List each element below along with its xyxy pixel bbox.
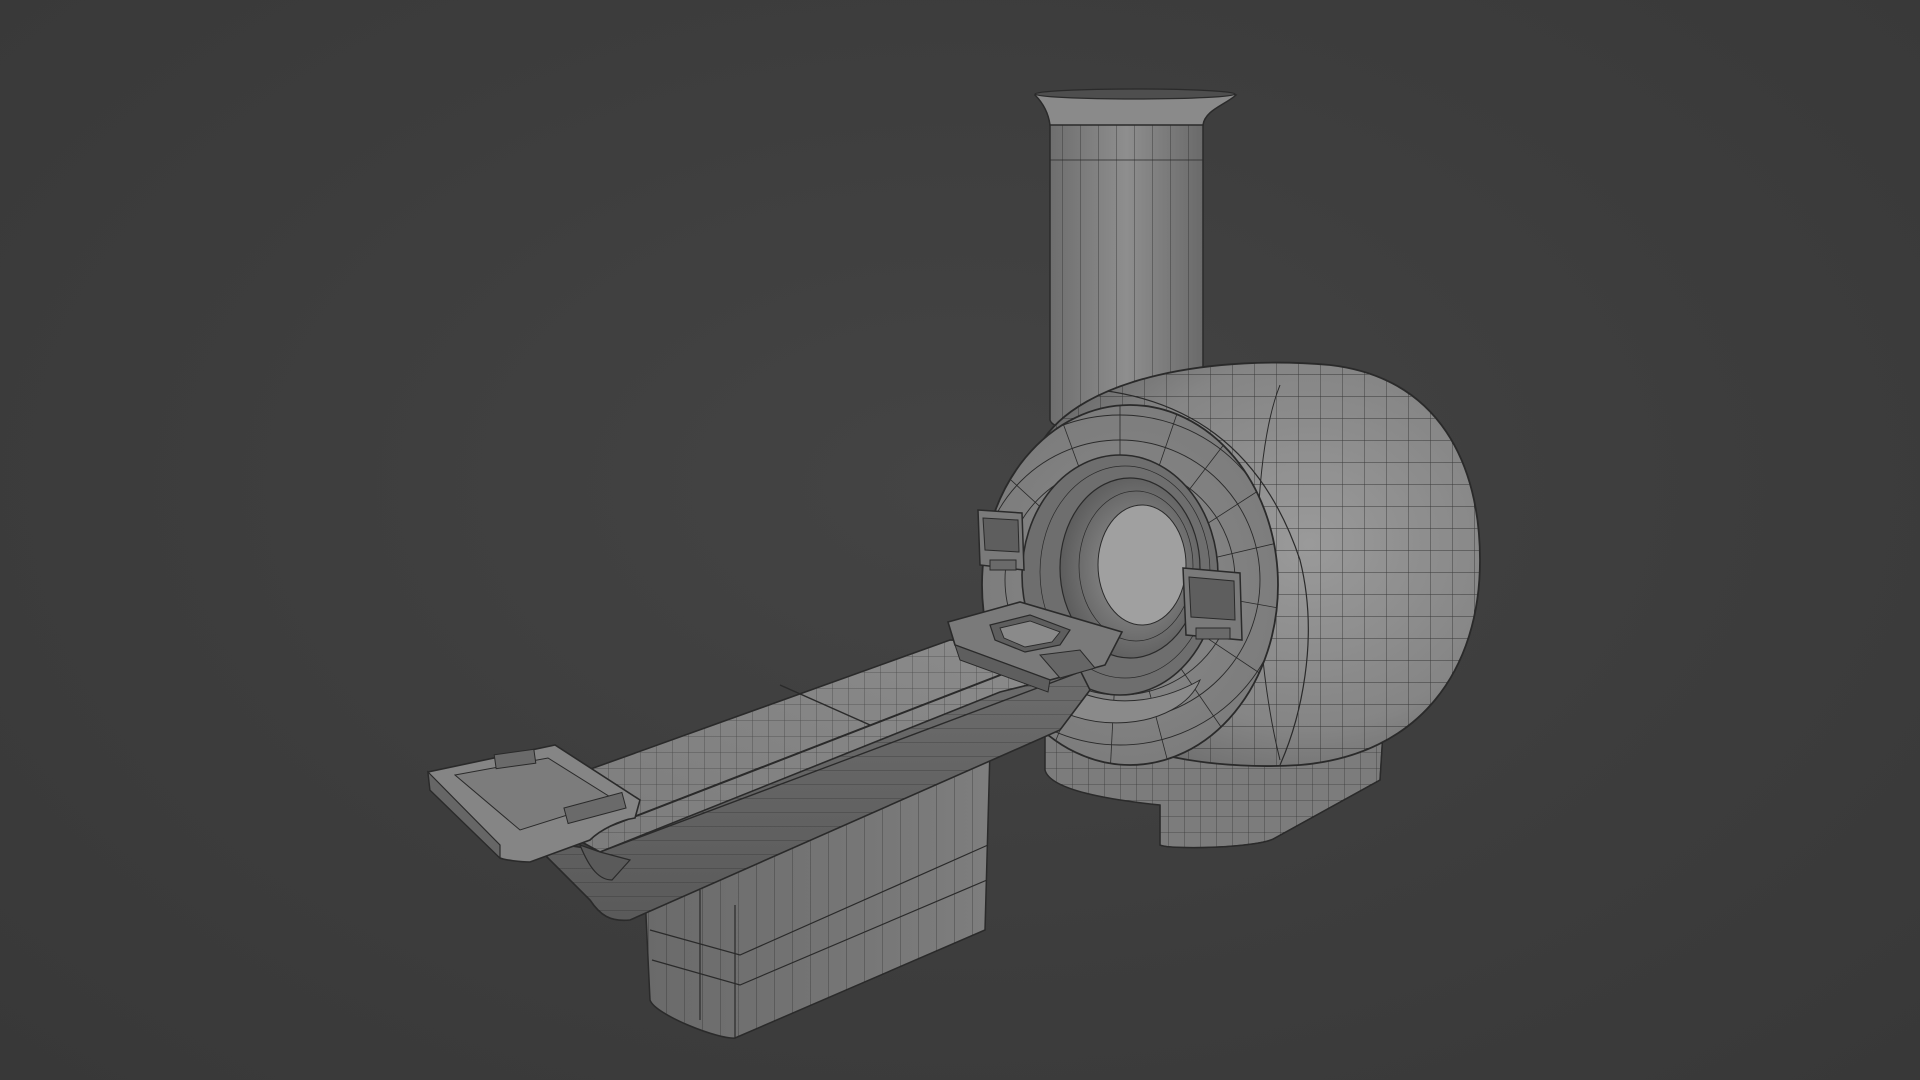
front-control-panel-left (977, 509, 1025, 571)
mri-scanner-model (427, 88, 1481, 1039)
3d-viewport[interactable] (0, 0, 1920, 1080)
front-control-panel-right (1182, 567, 1243, 641)
